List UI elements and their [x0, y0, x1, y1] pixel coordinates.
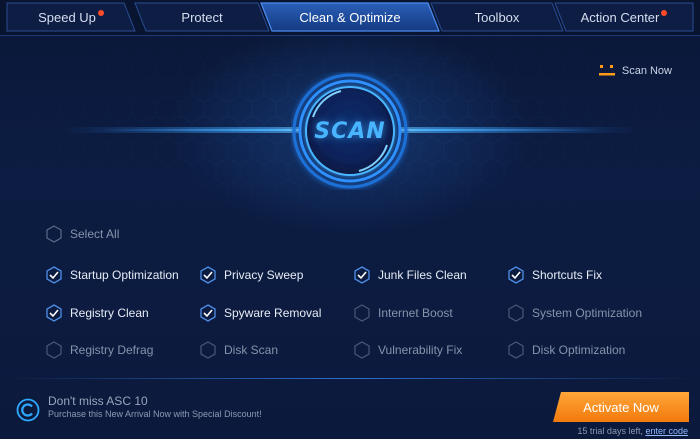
scan-now-label: Scan Now	[621, 65, 672, 77]
scan-button-label: SCAN	[314, 118, 386, 144]
trial-status: 15 trial days left, enter code	[577, 426, 688, 436]
tab-label: Toolbox	[474, 9, 520, 25]
option-junk-files-clean[interactable]: Junk Files Clean	[353, 266, 467, 284]
footer-divider	[0, 378, 700, 379]
select-all-label: Select All	[70, 227, 120, 241]
tab-bar: Speed Up Protect Clean & Optimize Toolbo…	[0, 0, 700, 36]
select-all-checkbox[interactable]: Select All	[45, 225, 119, 243]
tab-label: Clean & Optimize	[299, 9, 401, 25]
option-disk-optimization[interactable]: Disk Optimization	[507, 341, 625, 359]
hex-empty-icon	[354, 304, 370, 322]
hex-empty-icon	[508, 304, 524, 322]
app-window: Speed Up Protect Clean & Optimize Toolbo…	[0, 0, 700, 439]
trial-days-text: 15 trial days left,	[577, 426, 643, 436]
option-label: Junk Files Clean	[378, 268, 467, 282]
option-shortcuts-fix[interactable]: Shortcuts Fix	[507, 266, 602, 284]
option-label: Registry Clean	[70, 306, 149, 320]
tab-badge-dot	[97, 10, 104, 16]
hex-empty-icon	[200, 341, 216, 359]
option-label: Internet Boost	[378, 306, 453, 320]
hex-empty-icon	[354, 341, 370, 359]
option-label: System Optimization	[532, 306, 643, 320]
option-privacy-sweep[interactable]: Privacy Sweep	[199, 266, 303, 284]
promo-subtitle[interactable]: Purchase this New Arrival Now with Speci…	[48, 409, 262, 419]
hex-check-icon	[46, 266, 62, 284]
hex-empty-icon	[46, 341, 62, 359]
option-label: Registry Defrag	[70, 343, 154, 357]
scan-button[interactable]: SCAN	[291, 72, 409, 190]
option-label: Startup Optimization	[70, 268, 179, 282]
option-startup-optimization[interactable]: Startup Optimization	[45, 266, 179, 284]
activate-now-label: Activate Now	[583, 399, 659, 415]
option-internet-boost[interactable]: Internet Boost	[353, 304, 453, 322]
enter-code-link[interactable]: enter code	[645, 426, 688, 436]
option-spyware-removal[interactable]: Spyware Removal	[199, 304, 321, 322]
option-disk-scan[interactable]: Disk Scan	[199, 341, 278, 359]
hex-check-icon	[200, 266, 216, 284]
option-vulnerability-fix[interactable]: Vulnerability Fix	[353, 341, 462, 359]
option-system-optimization[interactable]: System Optimization	[507, 304, 642, 322]
hex-empty-icon	[508, 341, 524, 359]
tab-label: Action Center	[580, 9, 660, 25]
tab-label: Speed Up	[38, 9, 96, 25]
option-label: Disk Scan	[224, 343, 279, 357]
promo-title[interactable]: Don't miss ASC 10	[48, 394, 148, 408]
tab-speed-up[interactable]: Speed Up	[6, 2, 136, 32]
asc-logo-icon	[16, 398, 40, 422]
option-label: Privacy Sweep	[224, 268, 304, 282]
tab-clean-optimize[interactable]: Clean & Optimize	[260, 2, 440, 32]
option-label: Disk Optimization	[532, 343, 626, 357]
tab-label: Protect	[181, 9, 223, 25]
face-icon	[598, 65, 615, 76]
hex-empty-icon	[46, 225, 62, 243]
scan-now-link[interactable]: Scan Now	[598, 64, 672, 78]
option-label: Shortcuts Fix	[532, 268, 603, 282]
tab-toolbox[interactable]: Toolbox	[430, 2, 564, 32]
option-registry-defrag[interactable]: Registry Defrag	[45, 341, 153, 359]
activate-now-button[interactable]: Activate Now	[553, 392, 689, 422]
option-registry-clean[interactable]: Registry Clean	[45, 304, 149, 322]
option-label: Spyware Removal	[224, 306, 322, 320]
hex-check-icon	[508, 266, 524, 284]
option-label: Vulnerability Fix	[378, 343, 463, 357]
tab-protect[interactable]: Protect	[134, 2, 270, 32]
tab-action-center[interactable]: Action Center	[554, 2, 694, 32]
hex-check-icon	[200, 304, 216, 322]
hex-check-icon	[46, 304, 62, 322]
hex-check-icon	[354, 266, 370, 284]
